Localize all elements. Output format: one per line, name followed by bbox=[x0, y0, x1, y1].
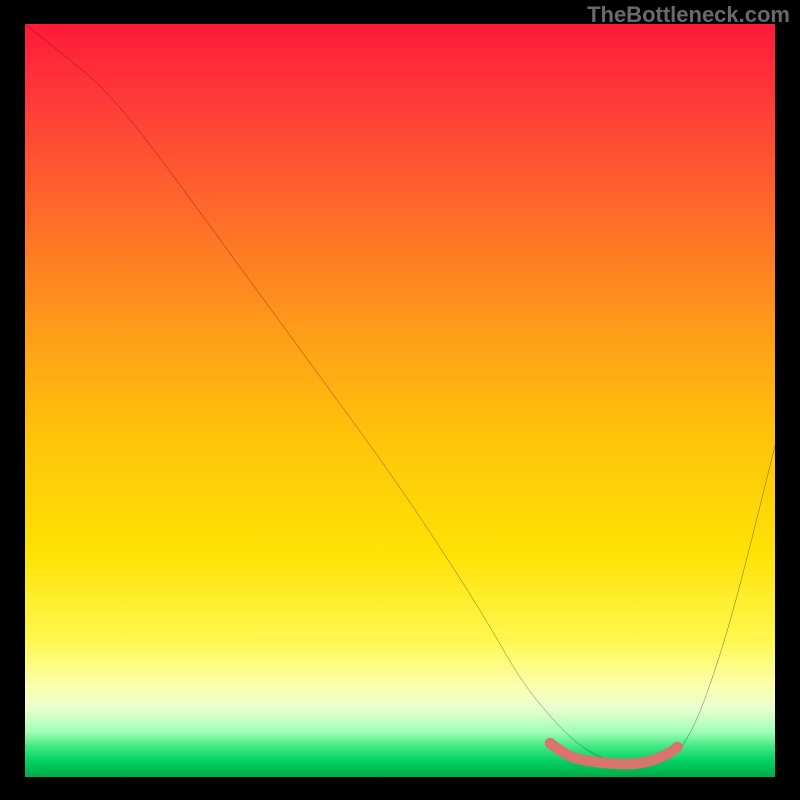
chart-frame: TheBottleneck.com bbox=[0, 0, 800, 800]
plot-area bbox=[25, 24, 775, 777]
curve-layer bbox=[25, 24, 775, 777]
watermark-text: TheBottleneck.com bbox=[587, 2, 790, 28]
bottleneck-curve bbox=[25, 24, 775, 765]
optimal-band bbox=[550, 743, 678, 764]
